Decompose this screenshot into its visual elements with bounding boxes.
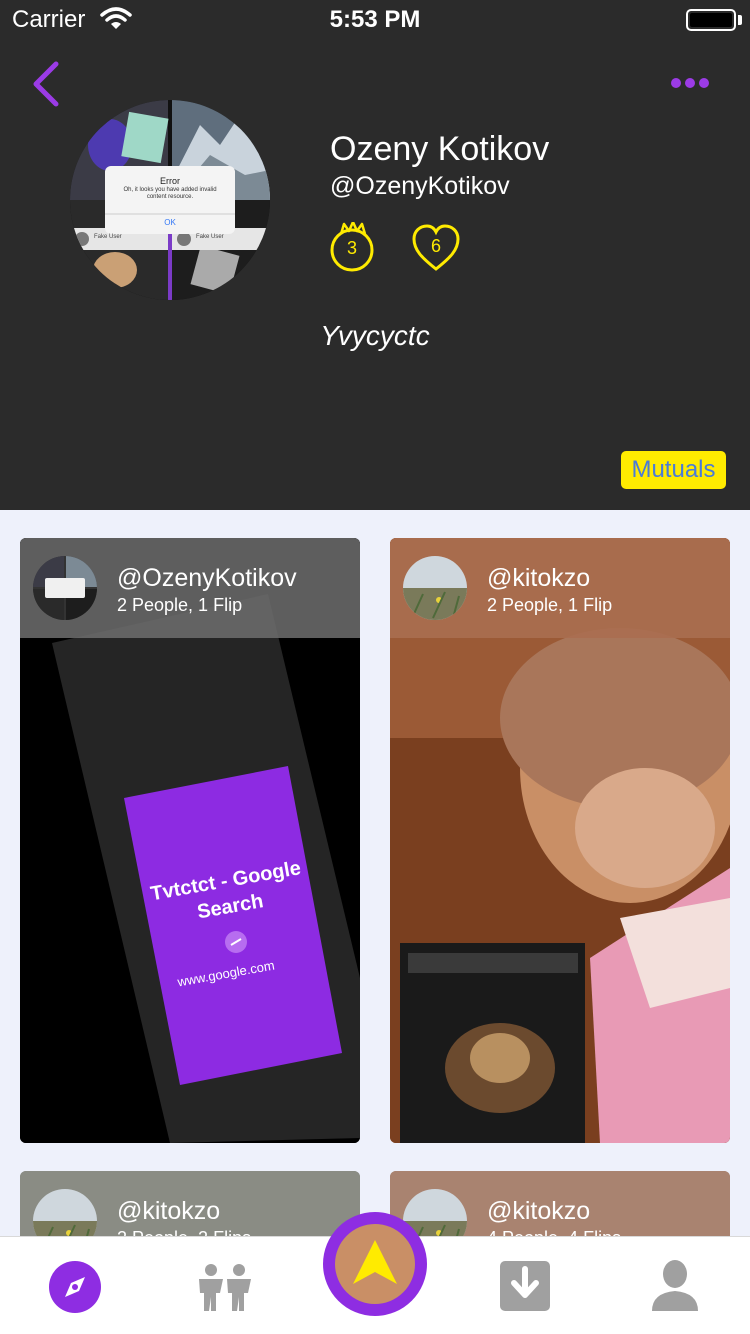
status-time: 5:53 PM [329, 6, 421, 33]
card-header: @OzenyKotikov 2 People, 1 Flip [20, 538, 360, 638]
card-username: @OzenyKotikov [117, 564, 297, 592]
people-icon[interactable] [196, 1263, 254, 1313]
crown-badge[interactable]: 3 [329, 220, 377, 272]
profile-handle: @OzenyKotikov [330, 172, 510, 200]
status-bar: Carrier 5:53 PM [0, 0, 750, 40]
card-avatar [33, 556, 97, 620]
mutuals-button[interactable]: Mutuals [621, 451, 726, 489]
avatar-dialog-ok: OK [164, 218, 176, 227]
profile-avatar: Error Oh, it looks you have added invali… [70, 100, 270, 300]
card-avatar [403, 556, 467, 620]
create-button[interactable] [323, 1212, 427, 1316]
compass-icon[interactable] [49, 1261, 101, 1313]
card-meta: 2 People, 1 Flip [487, 595, 613, 615]
card-username: @kitokzo [487, 1197, 591, 1225]
profile-bio: Yvycyctc [320, 320, 430, 351]
back-chevron-icon[interactable] [28, 58, 68, 110]
avatar-dialog-title: Error [160, 176, 180, 186]
download-icon[interactable] [500, 1261, 550, 1311]
avatar-row-label-1: Fake User [94, 234, 122, 240]
tab-bar [0, 1212, 750, 1334]
card-username: @kitokzo [117, 1197, 221, 1225]
create-arrow-icon [353, 1240, 397, 1284]
avatar-row-label-2: Fake User [196, 234, 224, 240]
flip-card[interactable]: @kitokzo 2 People, 1 Flip [390, 538, 730, 1143]
more-options-icon[interactable] [666, 70, 716, 96]
heart-badge[interactable]: 6 [412, 224, 460, 272]
flip-card[interactable]: Tvtctct - Google Search www.google.com @… [20, 538, 360, 1143]
heart-count: 6 [430, 236, 441, 256]
card-meta: 2 People, 1 Flip [117, 595, 243, 615]
card-header: @kitokzo 2 People, 1 Flip [390, 538, 730, 638]
profile-header: Carrier 5:53 PM Error Oh, it looks you h… [0, 0, 750, 510]
profile-name: Ozeny Kotikov [330, 130, 550, 168]
profile-icon[interactable] [652, 1259, 698, 1313]
card-username: @kitokzo [487, 564, 591, 592]
battery-icon [686, 9, 736, 31]
battery-cap [738, 15, 742, 25]
avatar-dialog-message: Oh, it looks you have added invalid cont… [123, 187, 217, 200]
crown-count: 3 [346, 238, 357, 258]
